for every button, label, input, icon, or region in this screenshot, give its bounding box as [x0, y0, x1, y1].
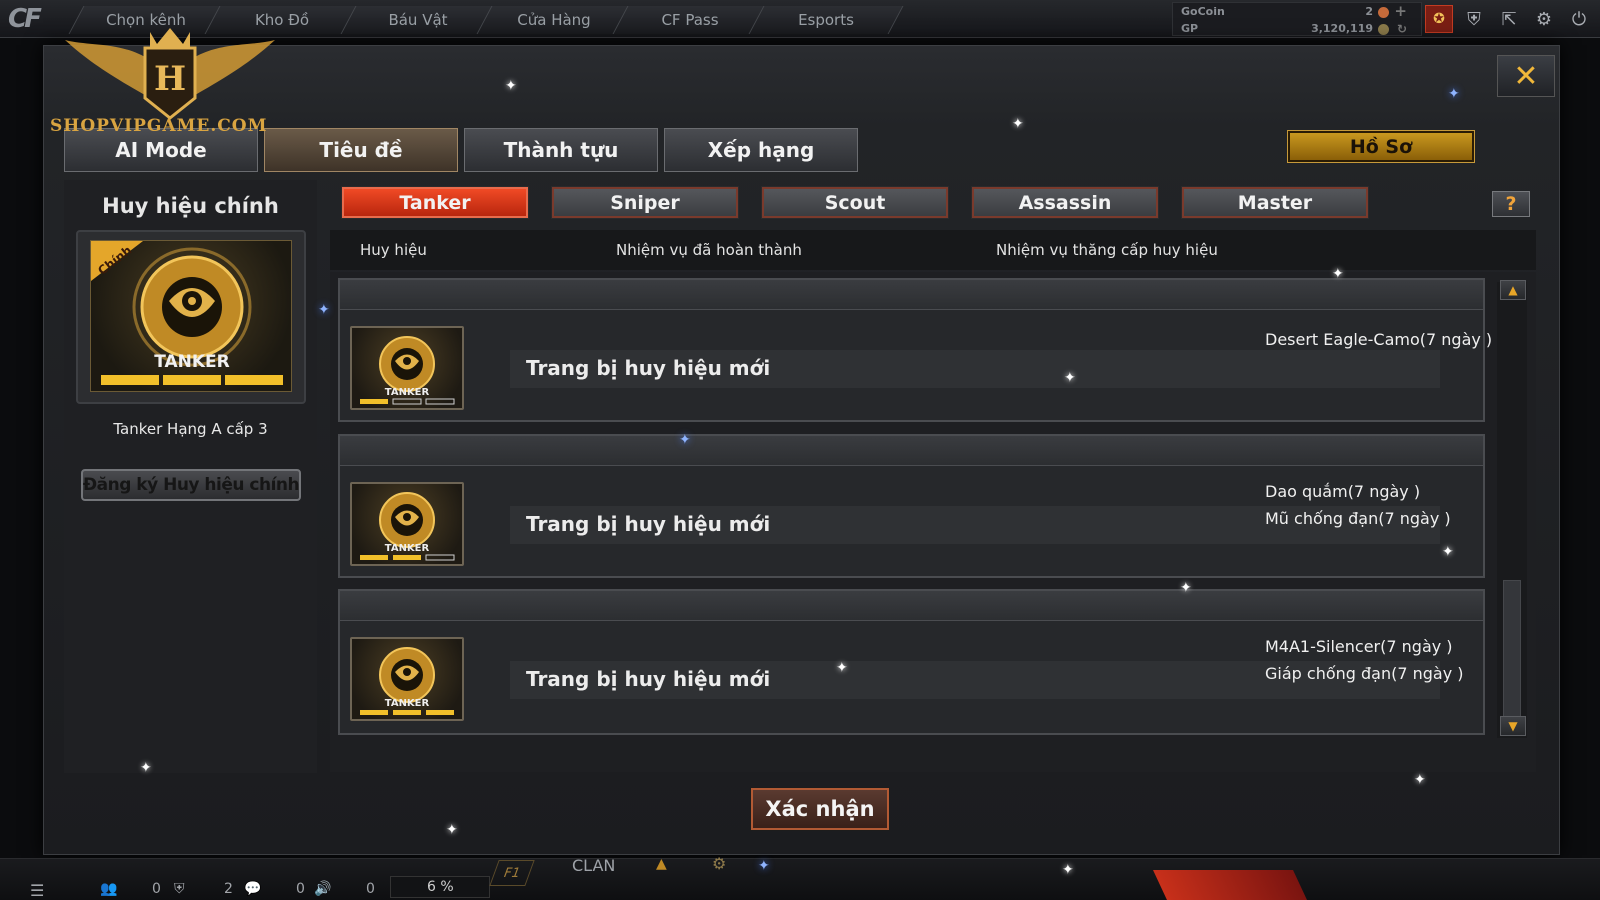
- svg-text:TANKER: TANKER: [154, 352, 230, 372]
- menu-lines-icon[interactable]: ☰: [30, 881, 44, 900]
- sparkle-icon: ✦: [1332, 266, 1344, 282]
- party-icon: 👥: [100, 881, 118, 897]
- gp-label: GP: [1181, 22, 1199, 35]
- sparkle-icon: ✦: [679, 432, 691, 448]
- class-tab-tanker[interactable]: Tanker: [341, 186, 529, 219]
- confirm-button[interactable]: Xác nhận: [750, 787, 890, 831]
- sparkle-icon: ✦: [1414, 772, 1426, 788]
- gp-icon: [1378, 24, 1389, 35]
- bottom-status-bar: ☰ 👥 0 ⛨ 2 💬 0 🔊 0: [0, 858, 1600, 900]
- mission-text: Trang bị huy hiệu mới: [526, 512, 771, 536]
- shield-icon[interactable]: ⛨: [1460, 5, 1488, 33]
- sparkle-icon: ✦: [318, 302, 330, 318]
- decorative-banner: [1153, 870, 1307, 900]
- svg-text:H: H: [154, 59, 186, 99]
- main-badge-frame: TANKER Chính: [76, 230, 306, 404]
- shield-small-icon: ⛨: [174, 881, 185, 897]
- power-icon[interactable]: ⏻: [1565, 5, 1593, 33]
- reward-item: M4A1-Silencer(7 ngày ): [1265, 637, 1453, 656]
- sparkle-icon: ✦: [1062, 862, 1074, 878]
- nav-tab-shop[interactable]: Cửa Hàng: [476, 6, 632, 34]
- svg-text:TANKER: TANKER: [385, 543, 430, 554]
- sparkle-icon: ✦: [1012, 116, 1024, 132]
- tab-rankings[interactable]: Xếp hạng: [664, 128, 858, 172]
- refresh-icon[interactable]: ↻: [1397, 22, 1407, 36]
- mission-text: Trang bị huy hiệu mới: [526, 356, 771, 380]
- gocoin-icon: [1378, 7, 1389, 18]
- sparkle-icon: ✦: [140, 760, 152, 776]
- clan-label[interactable]: CLAN: [572, 856, 615, 875]
- column-badge: Huy hiệu: [360, 241, 427, 259]
- main-badge-caption: Tanker Hạng A cấp 3: [113, 420, 268, 438]
- row-header-strip: [340, 280, 1483, 310]
- exit-door-icon[interactable]: ⇱: [1495, 5, 1523, 33]
- svg-text:TANKER: TANKER: [385, 387, 430, 398]
- gocoin-label: GoCoin: [1181, 5, 1225, 18]
- class-tab-master[interactable]: Master: [1181, 186, 1369, 219]
- list-item[interactable]: TANKER Trang bị huy hiệu mới Desert Eagl…: [338, 278, 1492, 422]
- scrollbar-thumb[interactable]: [1503, 580, 1521, 720]
- rank-emblem-icon[interactable]: ✪: [1425, 5, 1453, 33]
- arrow-up-icon[interactable]: ▲: [656, 856, 667, 872]
- sparkle-icon: ✦: [1064, 370, 1076, 386]
- tanker-badge-icon: TANKER: [350, 326, 464, 410]
- sparkle-icon: ✦: [758, 858, 770, 874]
- party-count: 0: [152, 881, 161, 897]
- settings-small-icon[interactable]: ⚙: [712, 854, 726, 873]
- help-button[interactable]: ?: [1492, 191, 1530, 217]
- main-badge-image: TANKER Chính: [90, 240, 292, 392]
- svg-text:TANKER: TANKER: [385, 698, 430, 709]
- column-upgrade-missions: Nhiệm vụ thăng cấp huy hiệu: [996, 241, 1218, 259]
- progress-indicator: 6 %: [390, 876, 490, 898]
- reward-item: Dao quắm(7 ngày ): [1265, 482, 1421, 501]
- speaker-icon[interactable]: 🔊: [314, 881, 331, 897]
- mission-text: Trang bị huy hiệu mới: [526, 667, 771, 691]
- sparkle-icon: ✦: [1442, 544, 1454, 560]
- tanker-badge-icon: TANKER: [350, 637, 464, 721]
- main-badge-title: Huy hiệu chính: [102, 194, 279, 218]
- chat-icon[interactable]: 💬: [244, 881, 261, 897]
- profile-button[interactable]: Hồ Sơ: [1287, 130, 1475, 163]
- sparkle-icon: ✦: [505, 78, 517, 94]
- nav-tab-esports[interactable]: Esports: [748, 6, 904, 34]
- class-tab-scout[interactable]: Scout: [761, 186, 949, 219]
- watermark-text: SHOPVIPGAME.COM: [50, 116, 268, 136]
- reward-item: Giáp chống đạn(7 ngày ): [1265, 664, 1464, 683]
- sparkle-icon: ✦: [446, 822, 458, 838]
- gear-icon[interactable]: ⚙: [1530, 5, 1558, 33]
- nav-tab-treasure[interactable]: Báu Vật: [340, 6, 496, 34]
- shield-count: 2: [224, 881, 233, 897]
- column-completed-missions: Nhiệm vụ đã hoàn thành: [616, 241, 802, 259]
- sparkle-icon: ✦: [1448, 86, 1460, 102]
- scroll-up-button[interactable]: ▲: [1500, 280, 1526, 300]
- tab-achievements[interactable]: Thành tựu: [464, 128, 658, 172]
- nav-tab-cf-pass[interactable]: CF Pass: [612, 6, 768, 34]
- gp-value: 3,120,119: [1311, 22, 1373, 35]
- speaker-count: 0: [366, 881, 375, 897]
- reward-item: Desert Eagle-Camo(7 ngày ): [1265, 330, 1493, 349]
- list-item[interactable]: TANKER Trang bị huy hiệu mới Dao quắm(7 …: [338, 434, 1485, 578]
- list-header: Huy hiệu Nhiệm vụ đã hoàn thành Nhiệm vụ…: [330, 230, 1536, 270]
- sparkle-icon: ✦: [1180, 580, 1192, 596]
- tanker-badge-icon: TANKER: [350, 482, 464, 566]
- close-button[interactable]: ✕: [1497, 55, 1555, 97]
- class-tab-assassin[interactable]: Assassin: [971, 186, 1159, 219]
- add-gocoin-icon[interactable]: +: [1394, 2, 1407, 20]
- scroll-down-button[interactable]: ▼: [1500, 716, 1526, 736]
- register-main-badge-button[interactable]: Đăng ký Huy hiệu chính: [81, 469, 301, 501]
- reward-item: Mũ chống đạn(7 ngày ): [1265, 509, 1451, 528]
- row-header-strip: [340, 436, 1483, 466]
- currency-panel: GoCoin 2 + GP 3,120,119 ↻: [1172, 2, 1422, 36]
- sparkle-icon: ✦: [836, 660, 848, 676]
- chat-count: 0: [296, 881, 305, 897]
- list-item[interactable]: TANKER Trang bị huy hiệu mới M4A1-Silenc…: [338, 589, 1485, 735]
- gocoin-value: 2: [1365, 5, 1373, 18]
- row-header-strip: [340, 591, 1483, 621]
- class-tab-sniper[interactable]: Sniper: [551, 186, 739, 219]
